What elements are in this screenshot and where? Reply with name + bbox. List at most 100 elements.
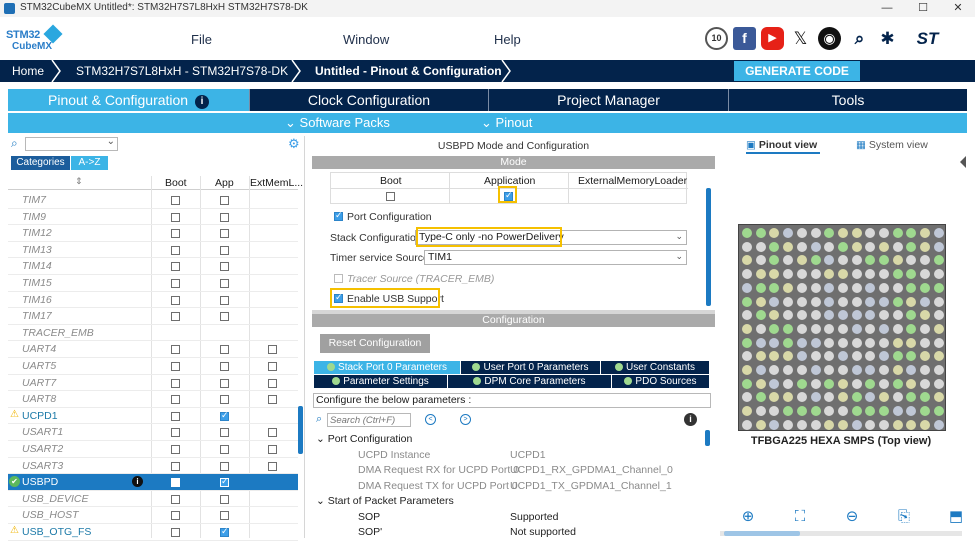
chip-pin[interactable] <box>879 337 889 348</box>
app-checkbox[interactable] <box>220 461 229 471</box>
zoom-in-icon[interactable]: ⊕ <box>740 509 756 525</box>
chip-pin[interactable] <box>933 419 944 430</box>
chip-pin[interactable] <box>742 310 752 321</box>
chip-pin[interactable] <box>769 241 780 252</box>
chip-pin[interactable] <box>742 351 752 362</box>
chip-pin[interactable] <box>755 296 766 307</box>
chip-pin[interactable] <box>783 392 794 403</box>
boot-checkbox[interactable] <box>171 445 180 454</box>
chip-pin[interactable] <box>892 378 903 389</box>
chip-pin[interactable] <box>920 269 931 280</box>
chip-pin[interactable] <box>755 378 766 389</box>
chip-pin[interactable] <box>755 241 766 252</box>
chip-pin[interactable] <box>796 282 807 293</box>
chip-pin[interactable] <box>920 351 931 362</box>
chip-pin[interactable] <box>879 296 889 307</box>
chip-pin[interactable] <box>892 419 903 430</box>
param-value[interactable]: UCPD1_TX_GPDMA1_Channel_1 <box>510 480 672 492</box>
peripheral-row[interactable]: ⚠ USB_OTG_FS <box>8 524 298 541</box>
port-config-checkbox[interactable] <box>334 210 343 221</box>
boot-checkbox[interactable] <box>171 312 180 322</box>
chip-pin[interactable] <box>810 365 821 375</box>
chip-pin[interactable] <box>933 310 944 321</box>
breadcrumb-home[interactable]: Home <box>12 64 44 78</box>
peripheral-row[interactable]: TIM17 <box>8 308 298 325</box>
param-group-header[interactable]: ⌄ Port Configuration <box>316 433 412 445</box>
peripheral-row[interactable]: TIM9 <box>8 209 298 226</box>
app-checkbox[interactable] <box>220 362 229 371</box>
param-group-header[interactable]: ⌄ Start of Packet Parameters <box>316 495 454 507</box>
chip-pin[interactable] <box>769 406 780 417</box>
chip-pin[interactable] <box>769 351 780 362</box>
param-scrollbar[interactable] <box>705 430 710 446</box>
chip-pin[interactable] <box>906 406 917 417</box>
chip-pin[interactable] <box>742 378 752 389</box>
chip-pin[interactable] <box>879 392 889 403</box>
chip-pin[interactable] <box>865 296 876 307</box>
list-scrollbar[interactable] <box>298 406 303 454</box>
chip-pin[interactable] <box>892 310 903 321</box>
chip-pin[interactable] <box>755 310 766 321</box>
peripheral-row[interactable]: UART8 <box>8 391 298 408</box>
chip-pin[interactable] <box>906 255 917 266</box>
param-value[interactable]: Not supported <box>510 526 576 538</box>
chip-pin[interactable] <box>755 419 766 430</box>
chip-pin[interactable] <box>769 228 780 238</box>
chip-pin[interactable] <box>851 323 862 334</box>
sort-icon[interactable]: ⇕ <box>75 176 83 187</box>
chip-pin[interactable] <box>810 282 821 293</box>
chip-pin[interactable] <box>906 241 917 252</box>
chip-pin[interactable] <box>837 337 848 348</box>
tab-pinout-configuration[interactable]: Pinout & Configuration i <box>8 89 249 111</box>
chip-pin[interactable] <box>837 419 848 430</box>
chip-pin[interactable] <box>796 255 807 266</box>
chip-pin[interactable] <box>769 337 780 348</box>
chip-pin[interactable] <box>742 323 752 334</box>
boot-checkbox[interactable] <box>171 411 180 421</box>
network-icon[interactable]: ✱ <box>876 27 899 50</box>
app-checkbox[interactable] <box>220 378 229 388</box>
chip-pin[interactable] <box>742 392 752 403</box>
peripheral-row[interactable]: TRACER_EMB <box>8 325 298 342</box>
chip-pin[interactable] <box>824 365 835 375</box>
chip-pin[interactable] <box>865 406 876 417</box>
chip-pin[interactable] <box>755 255 766 266</box>
chip-pin[interactable] <box>892 323 903 334</box>
app-checkbox[interactable] <box>220 428 229 438</box>
breadcrumb-device[interactable]: STM32H7S7L8HxH - STM32H7S78-DK <box>76 64 288 78</box>
tab-categories[interactable]: Categories <box>11 156 70 170</box>
chip-pin[interactable] <box>865 228 876 238</box>
chip-pin[interactable] <box>933 323 944 334</box>
breadcrumb-current[interactable]: Untitled - Pinout & Configuration <box>315 64 502 78</box>
fit-screen-icon[interactable]: ⛶ <box>792 509 808 525</box>
chip-pin[interactable] <box>865 378 876 389</box>
chip-pin[interactable] <box>796 337 807 348</box>
boot-checkbox[interactable] <box>171 196 180 205</box>
chip-pin[interactable] <box>920 378 931 389</box>
chip-pin[interactable] <box>906 392 917 403</box>
chip-pin[interactable] <box>933 228 944 238</box>
chip-pin[interactable] <box>837 310 848 321</box>
chip-pin[interactable] <box>742 337 752 348</box>
extmem-checkbox[interactable] <box>268 428 277 438</box>
chip-pin[interactable] <box>810 378 821 389</box>
menu-help[interactable]: Help <box>494 32 521 47</box>
tab-parameter-settings[interactable]: Parameter Settings <box>314 375 447 388</box>
peripheral-row[interactable]: TIM14 <box>8 258 298 275</box>
chip-pin[interactable] <box>906 337 917 348</box>
chip-pin[interactable] <box>837 392 848 403</box>
chip-pin[interactable] <box>824 323 835 334</box>
info-icon[interactable]: i <box>684 413 697 426</box>
extmem-checkbox[interactable] <box>268 395 277 405</box>
chip-pin[interactable] <box>810 228 821 238</box>
col-boot[interactable]: Boot <box>165 177 187 189</box>
chip-pin[interactable] <box>824 241 835 252</box>
boot-checkbox[interactable] <box>171 461 180 471</box>
param-value[interactable]: UCPD1 <box>510 449 546 461</box>
chip-pin[interactable] <box>892 392 903 403</box>
mode-scrollbar[interactable] <box>706 188 711 306</box>
chip-pin[interactable] <box>892 255 903 266</box>
chip-pin[interactable] <box>933 282 944 293</box>
chip-pin[interactable] <box>796 269 807 280</box>
app-checkbox[interactable] <box>220 445 229 454</box>
